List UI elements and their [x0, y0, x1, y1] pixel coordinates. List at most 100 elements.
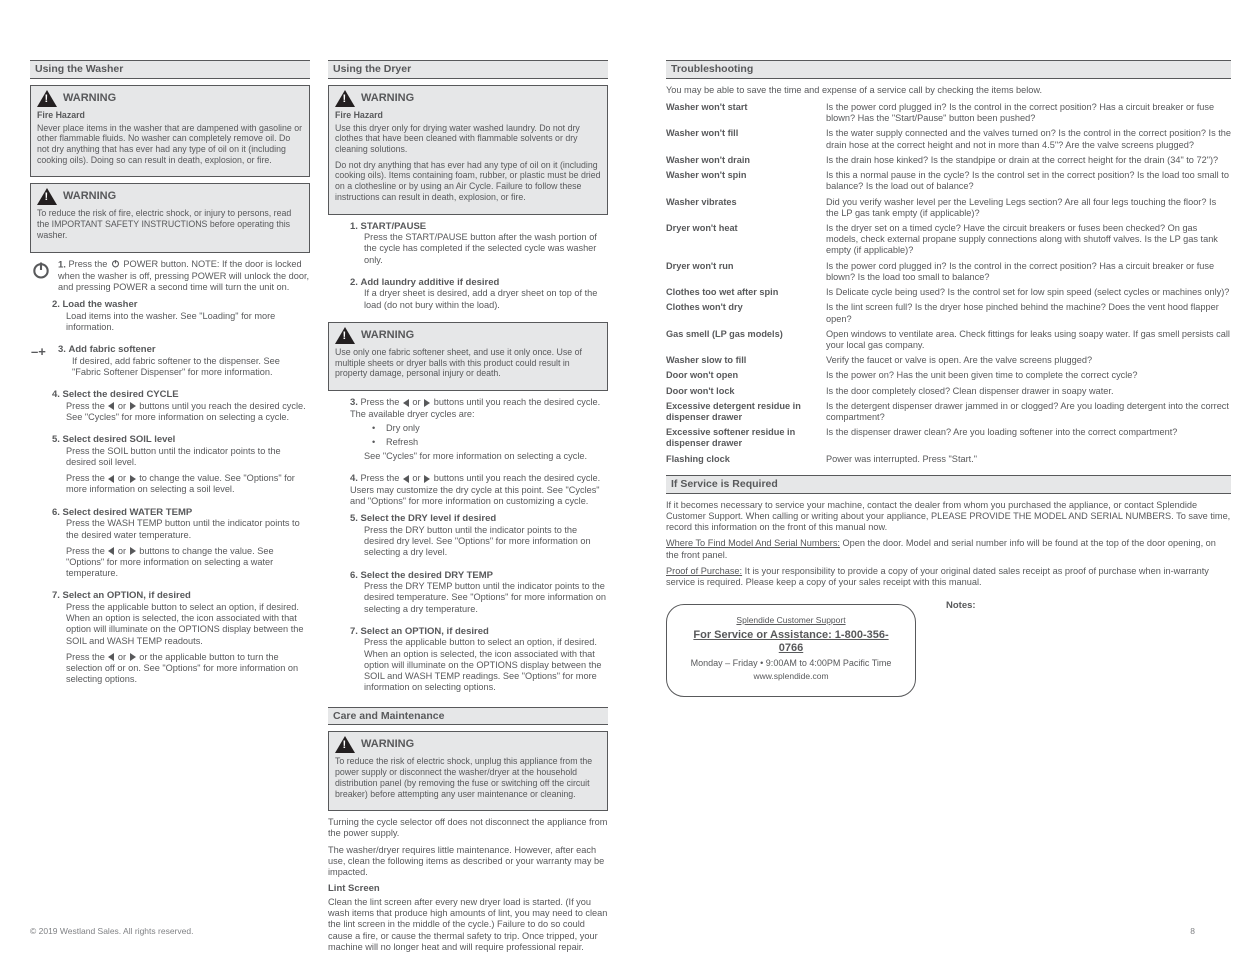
washer-step-1: 1. Press the POWER button. NOTE: If the …	[30, 259, 310, 294]
warning-head-text: WARNING	[361, 92, 414, 105]
troubleshooting-column: Troubleshooting You may be able to save …	[666, 60, 1231, 958]
problem-label: Excessive detergent residue in dispenser…	[666, 401, 816, 423]
arrow-left-icon	[403, 475, 409, 483]
warning-body: Do not dry anything that has ever had an…	[335, 160, 601, 203]
step-text: Press the WASH TEMP button until the ind…	[66, 518, 310, 540]
warning-box-washer-general: WARNING To reduce the risk of fire, elec…	[30, 183, 310, 252]
table-row: Washer won't start Is the power cord plug…	[666, 102, 1231, 124]
step-head: Select desired SOIL level	[63, 434, 176, 445]
step-text: If desired, add fabric softener to the d…	[72, 356, 310, 378]
step-head: START/PAUSE	[361, 221, 427, 232]
warning-head-text: WARNING	[361, 738, 414, 751]
dryer-step-6: 6. Select the desired DRY TEMP Press the…	[328, 570, 608, 620]
arrow-right-icon	[130, 547, 136, 555]
problem-label: Clothes too wet after spin	[666, 287, 816, 298]
problem-label: Flashing clock	[666, 454, 816, 465]
solution-text: Power was interrupted. Press "Start."	[826, 454, 1231, 465]
step-text: Press the or or the applicable button to…	[66, 652, 310, 686]
step-head: Add fabric softener	[69, 344, 156, 355]
section-bar-maintenance: Care and Maintenance	[328, 707, 608, 726]
plus-minus-icon: –+	[30, 344, 52, 383]
page-footer: © 2019 Westland Sales. All rights reserv…	[30, 926, 1195, 936]
step-text: See "Cycles" for more information on sel…	[364, 451, 608, 462]
warning-icon	[37, 90, 57, 107]
arrow-left-icon	[403, 399, 409, 407]
table-row: Gas smell (LP gas models)Open windows to…	[666, 329, 1231, 351]
arrow-right-icon	[424, 399, 430, 407]
troubleshooting-list: Washer won't start Is the power cord plug…	[666, 102, 1231, 465]
service-hours: Monday – Friday • 9:00AM to 4:00PM Pacif…	[683, 658, 899, 669]
section-bar-washer: Using the Washer	[30, 60, 310, 79]
dryer-step-7: 7. Select an OPTION, if desired Press th…	[328, 626, 608, 699]
problem-label: Washer won't fill	[666, 128, 816, 150]
solution-text: Is the door completely closed? Clean dis…	[826, 386, 1231, 397]
arrow-right-icon	[424, 475, 430, 483]
step-text: Press the or buttons to change the value…	[66, 546, 310, 580]
section-bar-service: If Service is Required	[666, 475, 1231, 494]
warning-box-washer-fire: WARNING Fire Hazard Never place items in…	[30, 85, 310, 178]
warning-body: To reduce the risk of electric shock, un…	[335, 756, 601, 799]
problem-label: Washer won't drain	[666, 155, 816, 166]
dryer-step-4: 4. Press the or buttons until you reach …	[328, 473, 608, 507]
dryer-step-1: 1. START/PAUSE Press the START/PAUSE but…	[328, 221, 608, 271]
warning-body: To reduce the risk of fire, electric sho…	[37, 208, 303, 240]
step-text: Press the SOIL button until the indicato…	[66, 446, 310, 468]
arrow-right-icon	[130, 402, 136, 410]
step-number: 1.	[350, 221, 358, 232]
problem-label: Washer won't spin	[666, 170, 816, 192]
solution-text: Is the power cord plugged in? Is the con…	[826, 102, 1231, 124]
service-site: www.splendide.com	[683, 671, 899, 681]
warning-icon	[335, 736, 355, 753]
svg-text:–+: –+	[31, 345, 46, 359]
warning-body: Never place items in the washer that are…	[37, 123, 303, 166]
problem-label: Washer slow to fill	[666, 355, 816, 366]
solution-text: Is Delicate cycle being used? Is the con…	[826, 287, 1231, 298]
warning-icon	[335, 327, 355, 344]
table-row: Clothes too wet after spin Is Delicate cy…	[666, 287, 1231, 298]
step-number: 3.	[350, 397, 358, 408]
service-title-a: Splendide Customer Support	[736, 615, 845, 625]
warning-body: Use this dryer only for drying water was…	[335, 123, 601, 155]
solution-text: Verify the faucet or valve is open. Are …	[826, 355, 1231, 366]
step-number: 4.	[350, 473, 358, 484]
table-row: Clothes won't dry Is the lint screen full…	[666, 302, 1231, 324]
list-item: •Dry only	[372, 423, 608, 434]
warning-head-text: WARNING	[63, 92, 116, 105]
step-number: 5.	[350, 513, 358, 524]
warning-box-maintenance: WARNING To reduce the risk of electric s…	[328, 731, 608, 811]
washer-step-6: 6. Select desired WATER TEMP Press the W…	[30, 507, 310, 585]
warning-head-text: WARNING	[361, 329, 414, 342]
table-row: Excessive detergent residue in dispenser…	[666, 401, 1231, 423]
manual-page: Using the Washer WARNING Fire Hazard Nev…	[0, 0, 1235, 954]
step-text: Press the POWER button. NOTE: If the doo…	[58, 259, 309, 292]
solution-text: Is the drain hose kinked? Is the standpi…	[826, 155, 1231, 166]
table-row: Door won't openIs the power on? Has the …	[666, 370, 1231, 381]
step-number: 5.	[52, 434, 60, 445]
step-head: Select an OPTION, if desired	[63, 590, 191, 601]
washer-step-4: 4. Select the desired CYCLE Press the or…	[30, 389, 310, 428]
maintenance-text: The washer/dryer requires little mainten…	[328, 845, 608, 879]
problem-label: Washer won't start	[666, 102, 816, 124]
solution-text: Is the detergent dispenser drawer jammed…	[826, 401, 1231, 423]
washer-step-7: 7. Select an OPTION, if desired Press th…	[30, 590, 310, 690]
section-bar-dryer: Using the Dryer	[328, 60, 608, 79]
step-text: Press the or buttons until you reach the…	[350, 473, 600, 506]
solution-text: Did you verify washer level per the Leve…	[826, 197, 1231, 219]
warning-subtitle: Fire Hazard	[37, 110, 303, 121]
solution-text: Is the lint screen full? Is the dryer ho…	[826, 302, 1231, 324]
arrow-left-icon	[108, 653, 114, 661]
step-text: Press the applicable button to select an…	[66, 602, 310, 647]
table-row: Washer won't fillIs the water supply con…	[666, 128, 1231, 150]
step-number: 7.	[52, 590, 60, 601]
table-row: Door won't lockIs the door completely cl…	[666, 386, 1231, 397]
dryer-step-5: 5. Select the DRY level if desired Press…	[328, 513, 608, 563]
problem-label: Clothes won't dry	[666, 302, 816, 324]
step-text: Press the or buttons until you reach the…	[66, 401, 310, 423]
column-layout: Using the Washer WARNING Fire Hazard Nev…	[30, 60, 1195, 958]
warning-head-text: WARNING	[63, 190, 116, 203]
power-icon	[30, 259, 52, 294]
table-row: Washer won't drain Is the drain hose kink…	[666, 155, 1231, 166]
dryer-step-3: 3. Press the or buttons until you reach …	[328, 397, 608, 467]
problem-label: Washer vibrates	[666, 197, 816, 219]
notes-head: Notes:	[946, 600, 976, 612]
